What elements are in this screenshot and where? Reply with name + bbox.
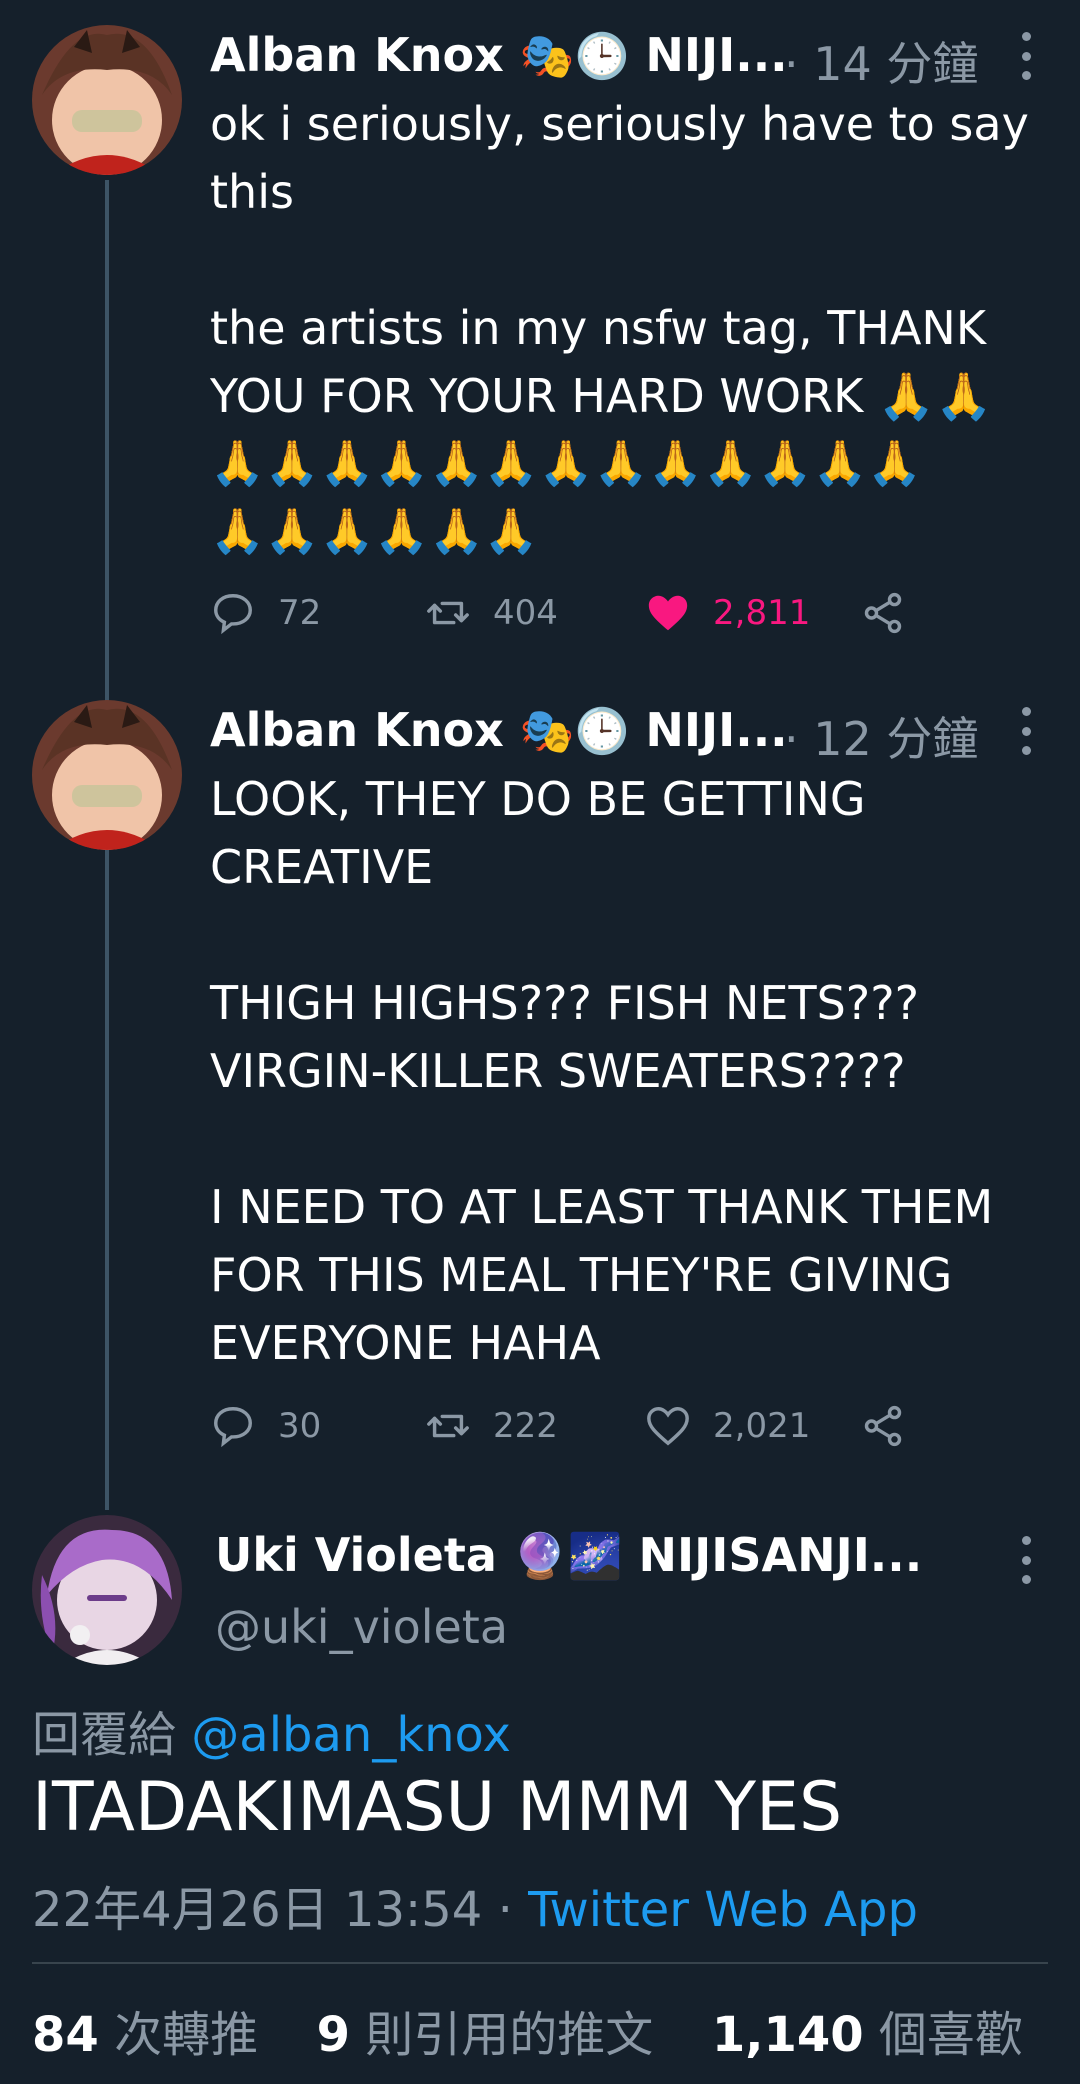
quotes-stat[interactable]: 9 則引用的推文 [317,2007,669,2063]
more-options-icon[interactable] [1018,32,1034,80]
share-icon [864,592,902,634]
text-line: 🙏🙏🙏🙏🙏🙏🙏🙏🙏🙏🙏🙏🙏 [210,438,923,489]
like-button[interactable]: 2,811 [645,590,810,636]
author-name[interactable]: Uki Violeta [215,1528,497,1582]
tweet-time[interactable]: · 12 分鐘 [784,703,978,769]
text-line: VIRGIN-KILLER SWEATERS???? [210,1044,906,1098]
tweet-text: ok i seriously, seriously have to say th… [210,90,1070,566]
share-button[interactable] [860,1403,906,1449]
tweet-date[interactable]: 22年4月26日 13:54 [32,1882,482,1938]
reply-count: 72 [278,593,322,633]
retweet-button[interactable]: 404 [425,590,558,636]
likes-stat[interactable]: 1,140 個喜歡 [712,2007,1023,2063]
quotes-label: 則引用的推文 [365,2007,654,2063]
retweet-icon [427,1414,469,1438]
author-name[interactable]: Alban Knox [210,703,504,757]
retweet-icon [427,601,469,625]
more-options-icon[interactable] [1018,1536,1034,1584]
avatar-alban-knox[interactable] [32,700,182,850]
author-name[interactable]: Alban Knox [210,28,504,82]
theater-masks-emoji: 🎭🕒 [519,706,630,757]
author-handle[interactable]: @uki_violeta [215,1600,508,1654]
crystal-ball-emoji: 🔮🌌 [512,1531,623,1582]
source-link[interactable]: Twitter Web App [528,1882,918,1938]
likes-count: 1,140 [711,2007,864,2063]
text-line: the artists in my nsfw tag, THANK [210,301,986,355]
text-line: ok i seriously, seriously have to say [210,97,1029,151]
text-line [210,1105,1070,1173]
separator-dot: · [497,1882,513,1938]
divider [32,1962,1048,1964]
text-line: 🙏🙏🙏🙏🙏🙏 [210,506,539,557]
quotes-count: 9 [316,2007,351,2063]
heart-filled-icon [648,595,688,631]
reply-button[interactable]: 30 [210,1403,321,1449]
text-line: LOOK, THEY DO BE GETTING [210,772,866,826]
author-suffix[interactable]: NIJI... [645,703,787,757]
author-suffix[interactable]: NIJI... [645,28,787,82]
text-line: FOR THIS MEAL THEY'RE GIVING [210,1248,953,1302]
text-line: YOU FOR YOUR HARD WORK 🙏🙏 [210,369,993,423]
reply-icon [214,594,252,635]
main-tweet-text: ITADAKIMASU MMM YES [32,1768,843,1847]
author-suffix[interactable]: NIJISANJI... [639,1528,923,1582]
theater-masks-emoji: 🎭🕒 [519,31,630,82]
text-line [210,226,1070,294]
text-line: EVERYONE HAHA [210,1316,601,1370]
tweet-actions: 72 404 2,811 [210,590,910,640]
reply-button[interactable]: 72 [210,590,321,636]
heart-outline-icon [647,1407,689,1446]
reply-icon [214,1407,252,1448]
retweet-count: 222 [493,1406,558,1446]
more-options-icon[interactable] [1018,707,1034,755]
like-button[interactable]: 2,021 [645,1403,810,1449]
share-icon [864,1405,902,1447]
like-count: 2,811 [713,593,811,633]
tweet-actions: 30 222 2,021 [210,1403,910,1453]
reply-to-link[interactable]: @alban_knox [191,1707,511,1763]
reply-count: 30 [278,1406,322,1446]
retweet-button[interactable]: 222 [425,1403,558,1449]
share-button[interactable] [860,590,906,636]
text-line [210,901,1070,969]
text-line: THIGH HIGHS??? FISH NETS??? [210,976,920,1030]
retweets-count: 84 [32,2007,99,2063]
stats-row: 84 次轉推 9 則引用的推文 1,140 個喜歡 [32,1995,1023,2065]
tweet-text: LOOK, THEY DO BE GETTING CREATIVE THIGH … [210,765,1070,1377]
retweets-label: 次轉推 [114,2007,259,2063]
text-line: I NEED TO AT LEAST THANK THEM [210,1180,994,1234]
retweets-stat[interactable]: 84 次轉推 [32,2007,273,2063]
avatar-alban-knox[interactable] [32,25,182,175]
likes-label: 個喜歡 [878,2007,1023,2063]
like-count: 2,021 [713,1406,811,1446]
text-line: CREATIVE [210,840,434,894]
retweet-count: 404 [493,593,558,633]
text-line: this [210,165,294,219]
reply-prefix: 回覆給 [32,1707,177,1763]
tweet-time[interactable]: · 14 分鐘 [784,28,978,94]
avatar-uki-violeta[interactable] [32,1515,182,1665]
